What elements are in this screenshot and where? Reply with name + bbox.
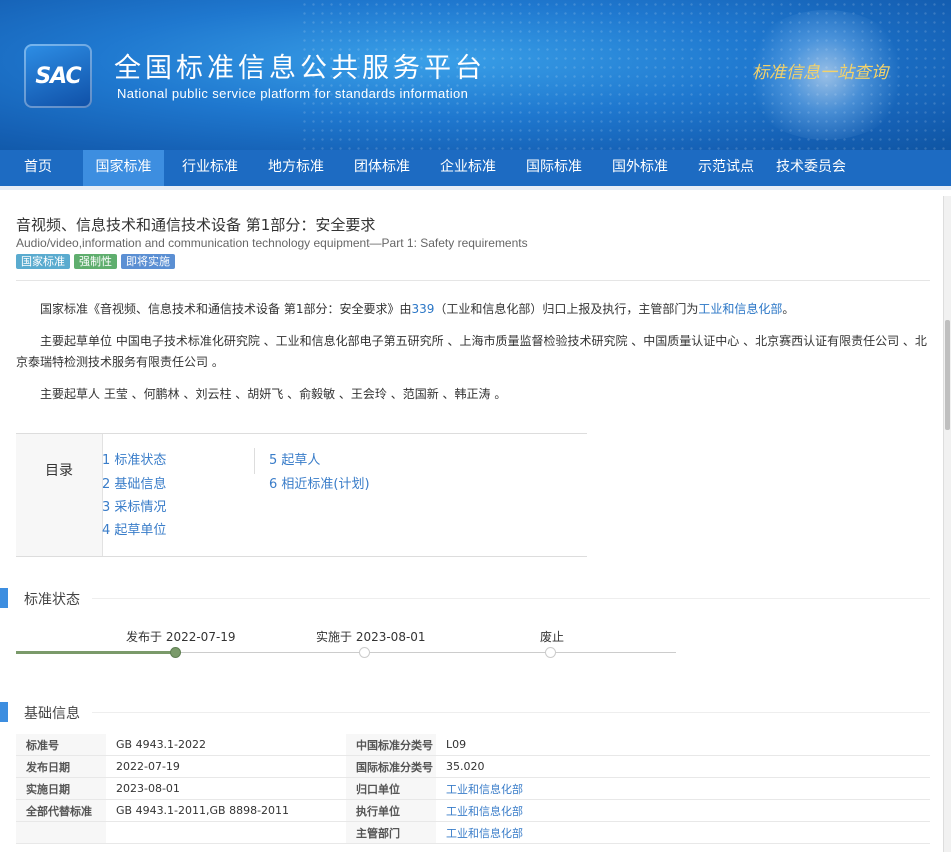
field-label: 标准号 [16, 734, 106, 756]
site-title: 全国标准信息公共服务平台 [114, 53, 486, 84]
field-label: 执行单位 [346, 799, 436, 822]
dept-link[interactable]: 工业和信息化部 [698, 302, 782, 316]
section-rule [92, 712, 930, 713]
nav-item-enterprise[interactable]: 企业标准 [428, 150, 508, 186]
field-label: 发布日期 [16, 755, 106, 778]
status-step-effective: 实施于 2023-08-01 [316, 630, 426, 644]
section-rule [92, 598, 930, 599]
intro-paragraph-drafters: 主要起草人 王莹 、何鹏林 、刘云柱 、胡妍飞 、俞毅敏 、王会玲 、范国新 、… [40, 387, 507, 401]
page-scrollbar[interactable] [943, 196, 951, 852]
sac-logo[interactable]: SAC [24, 44, 92, 108]
intro-paragraph-1: 国家标准《音视频、信息技术和通信技术设备 第1部分：安全要求》由339（工业和信… [16, 299, 928, 320]
intro-p1-end: 。 [782, 302, 795, 316]
nav-item-committee[interactable]: 技术委员会 [770, 150, 852, 186]
badge-mandatory: 强制性 [74, 254, 117, 269]
basic-info-section-header: 基础信息 [0, 702, 930, 724]
field-value-link[interactable]: 工业和信息化部 [436, 777, 930, 800]
nav-item-industry[interactable]: 行业标准 [170, 150, 250, 186]
toc-label: 目录 [16, 434, 103, 556]
nav-item-national[interactable]: 国家标准 [83, 150, 164, 186]
timeline-progress [16, 651, 175, 654]
nav-item-group[interactable]: 团体标准 [342, 150, 422, 186]
toc-item-drafting-units[interactable]: 4 起草单位 [102, 519, 166, 538]
status-step-published: 发布于 2022-07-19 [126, 630, 236, 644]
nav-divider [0, 186, 951, 190]
intro-p1-prefix: 国家标准《音视频、信息技术和通信技术设备 第1部分：安全要求》由 [40, 302, 412, 316]
field-label: 国际标准分类号 [346, 755, 436, 778]
standard-english-title: Audio/video,information and communicatio… [16, 236, 528, 250]
section-marker [0, 702, 8, 722]
toc-item-drafters[interactable]: 5 起草人 [269, 449, 320, 468]
standard-badges: 国家标准 强制性 即将实施 [16, 254, 175, 269]
badge-upcoming: 即将实施 [121, 254, 175, 269]
timeline-dot-published [170, 647, 181, 658]
timeline-dot-effective [359, 647, 370, 658]
site-header: SAC 全国标准信息公共服务平台 National public service… [0, 0, 951, 150]
title-divider [16, 280, 930, 281]
main-nav: 首页 国家标准 行业标准 地方标准 团体标准 企业标准 国际标准 国外标准 示范… [0, 150, 951, 186]
table-of-contents: 目录 1 标准状态 2 基础信息 3 采标情况 4 起草单位 5 起草人 6 相… [16, 433, 587, 557]
field-label: 归口单位 [346, 777, 436, 800]
standard-title: 音视频、信息技术和通信技术设备 第1部分：安全要求 [16, 216, 376, 234]
field-value: GB 4943.1-2011,GB 8898-2011 [106, 799, 346, 822]
toc-item-basic-info[interactable]: 2 基础信息 [102, 473, 166, 492]
toc-item-status[interactable]: 1 标准状态 [102, 449, 166, 468]
field-value: L09 [436, 734, 930, 756]
nav-item-international[interactable]: 国际标准 [514, 150, 594, 186]
site-subtitle: National public service platform for sta… [117, 86, 469, 101]
scrollbar-thumb[interactable] [945, 320, 950, 430]
field-value: GB 4943.1-2022 [106, 734, 346, 756]
tc-link[interactable]: 339 [411, 302, 434, 316]
status-timeline [16, 651, 676, 654]
intro-paragraph-drafting-units: 主要起草单位 中国电子技术标准化研究院 、工业和信息化部电子第五研究所 、上海市… [16, 334, 927, 369]
table-row: 全部代替标准 GB 4943.1-2011,GB 8898-2011 执行单位 工业和… [16, 799, 930, 822]
status-section-title: 标准状态 [24, 592, 80, 608]
field-label [16, 821, 106, 844]
basic-info-section-title: 基础信息 [24, 706, 80, 722]
badge-national: 国家标准 [16, 254, 70, 269]
field-value: 2023-08-01 [106, 777, 346, 800]
nav-item-local[interactable]: 地方标准 [256, 150, 336, 186]
intro-p1-mid: （工业和信息化部）归口上报及执行，主管部门为 [434, 302, 699, 316]
basic-info-table: 标准号 GB 4943.1-2022 中国标准分类号 L09 发布日期 2022-07-1… [16, 734, 930, 844]
table-row: 发布日期 2022-07-19 国际标准分类号 35.020 [16, 755, 930, 778]
field-value-link[interactable]: 工业和信息化部 [436, 799, 930, 822]
field-label: 实施日期 [16, 777, 106, 800]
status-step-abolished: 废止 [540, 630, 565, 644]
section-marker [0, 588, 8, 608]
nav-item-home[interactable]: 首页 [0, 150, 76, 186]
table-row: 实施日期 2023-08-01 归口单位 工业和信息化部 [16, 777, 930, 800]
timeline-dot-abolished [545, 647, 556, 658]
field-value-link[interactable]: 工业和信息化部 [436, 821, 930, 844]
table-row: 主管部门 工业和信息化部 [16, 821, 930, 844]
field-value: 2022-07-19 [106, 755, 346, 778]
toc-item-adoption[interactable]: 3 采标情况 [102, 496, 166, 515]
table-row: 标准号 GB 4943.1-2022 中国标准分类号 L09 [16, 734, 930, 756]
field-label: 主管部门 [346, 821, 436, 844]
toc-item-related[interactable]: 6 相近标准(计划) [269, 473, 370, 492]
field-label: 中国标准分类号 [346, 734, 436, 756]
nav-item-pilot[interactable]: 示范试点 [686, 150, 766, 186]
field-value [106, 821, 346, 844]
status-section-header: 标准状态 [0, 588, 930, 610]
nav-item-foreign[interactable]: 国外标准 [600, 150, 680, 186]
toc-column-divider [254, 448, 255, 474]
site-slogan: 标准信息一站查询 [752, 63, 888, 83]
field-label: 全部代替标准 [16, 799, 106, 822]
field-value: 35.020 [436, 755, 930, 778]
